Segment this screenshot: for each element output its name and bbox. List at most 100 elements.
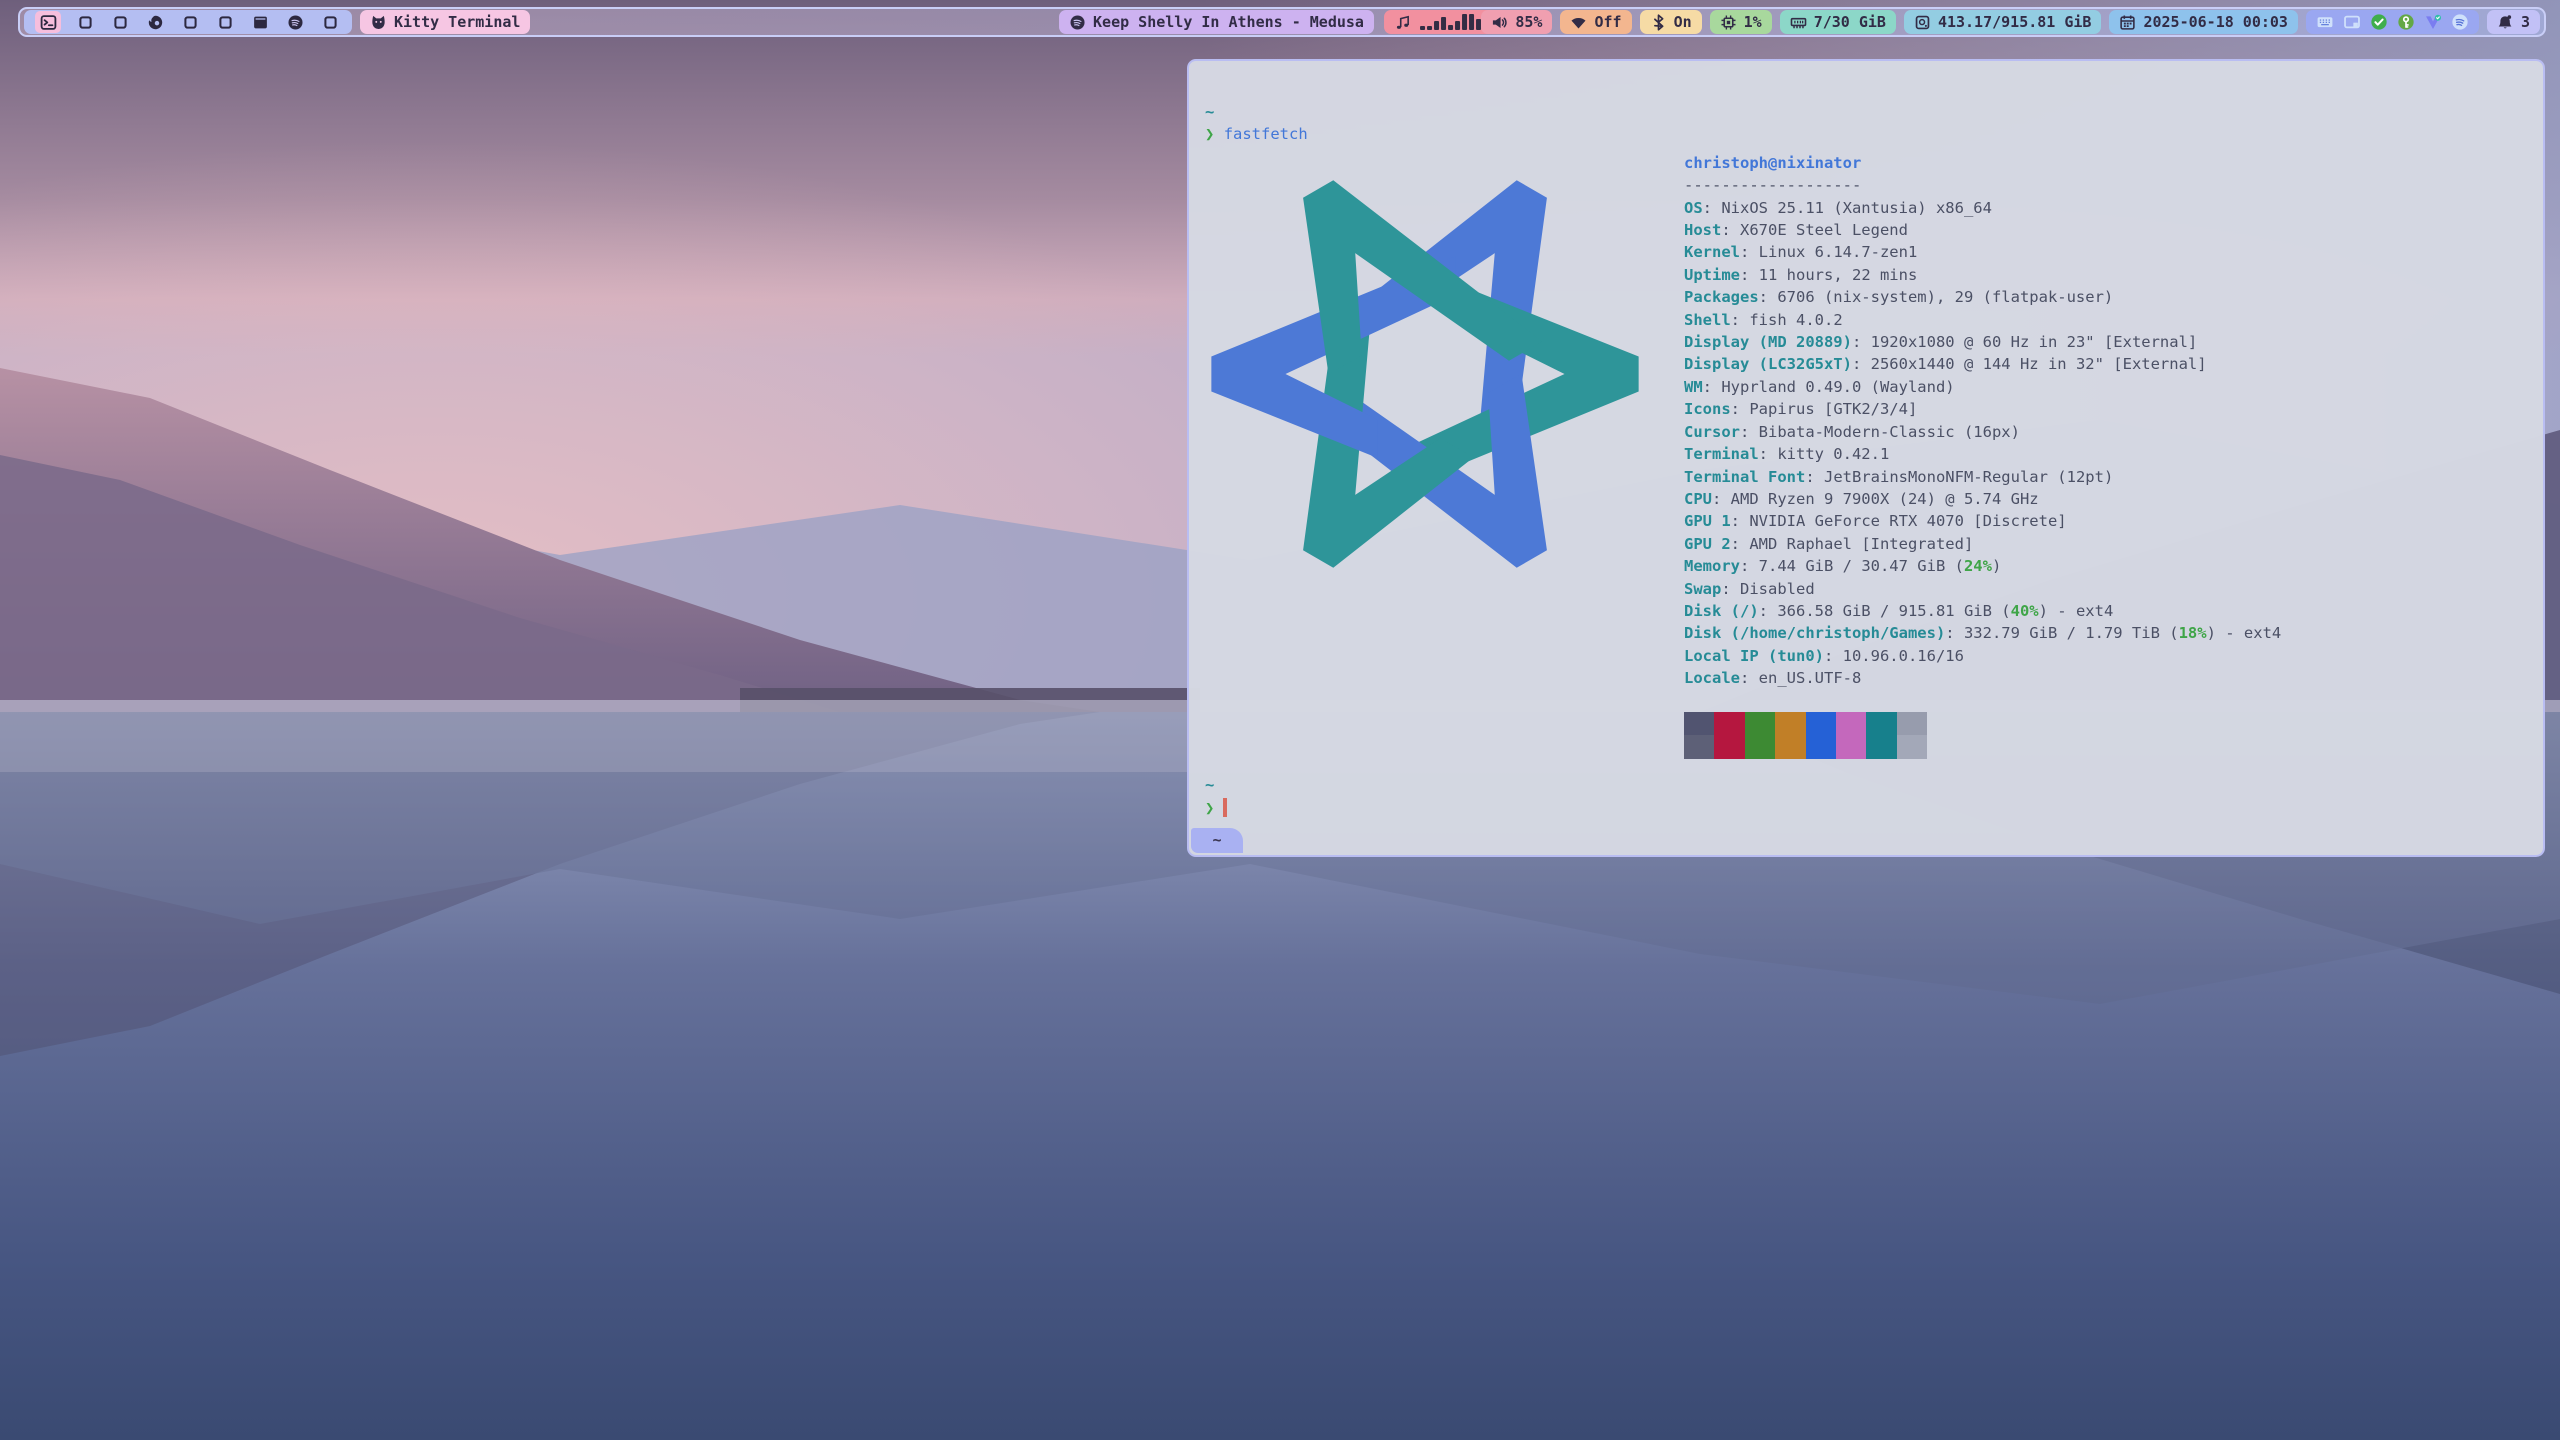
- terminal-output: ~ ❯ fastfetch christoph@nixinator -------…: [1205, 101, 2533, 759]
- fastfetch-line: GPU 2: AMD Raphael [Integrated]: [1684, 533, 2533, 555]
- fastfetch-info: christoph@nixinator-------------------OS…: [1684, 152, 2533, 759]
- palette-swatch: [1684, 735, 1714, 759]
- palette-swatch: [1684, 712, 1714, 736]
- fastfetch-line: GPU 1: NVIDIA GeForce RTX 4070 [Discrete…: [1684, 510, 2533, 532]
- media-player-module[interactable]: Keep Shelly In Athens - Medusa: [1059, 10, 1374, 34]
- fastfetch-line: CPU: AMD Ryzen 9 7900X (24) @ 5.74 GHz: [1684, 488, 2533, 510]
- terminal-tab-bar: ~: [1191, 828, 2541, 853]
- workspace-switcher: [24, 10, 352, 34]
- calendar-icon: [2119, 14, 2136, 31]
- palette-swatch: [1866, 712, 1896, 736]
- workspace-item-2[interactable]: [74, 11, 96, 33]
- fastfetch-separator: -------------------: [1684, 176, 1861, 194]
- notification-module[interactable]: 3: [2487, 10, 2540, 34]
- palette-swatch: [1806, 712, 1836, 736]
- command-text: fastfetch: [1224, 125, 1308, 143]
- status-module-volume[interactable]: 85%: [1481, 10, 1552, 34]
- palette-swatch: [1897, 735, 1927, 759]
- ram-icon: [1790, 14, 1807, 31]
- fastfetch-line: Local IP (tun0): 10.96.0.16/16: [1684, 645, 2533, 667]
- bluetooth-icon: [1650, 14, 1667, 31]
- active-window-title[interactable]: Kitty Terminal: [360, 10, 530, 34]
- prompt-symbol: ❯: [1205, 125, 1214, 143]
- fastfetch-line: Terminal Font: JetBrainsMonoNFM-Regular …: [1684, 466, 2533, 488]
- palette-swatch: [1836, 735, 1866, 759]
- fastfetch-line: Locale: en_US.UTF-8: [1684, 667, 2533, 689]
- palette-swatch: [1775, 712, 1805, 736]
- desktop: Kitty Terminal Keep Shelly In Athens - M…: [0, 0, 2560, 1440]
- status-text-memory: 7/30 GiB: [1814, 13, 1886, 31]
- fastfetch-line: Kernel: Linux 6.14.7-zen1: [1684, 241, 2533, 263]
- palette-swatch: [1714, 712, 1744, 736]
- fastfetch-line: Disk (/home/christoph/Games): 332.79 GiB…: [1684, 622, 2533, 644]
- status-module-memory[interactable]: 7/30 GiB: [1780, 10, 1896, 34]
- palette-swatch: [1714, 735, 1744, 759]
- fastfetch-line: Icons: Papirus [GTK2/3/4]: [1684, 398, 2533, 420]
- text-cursor: [1223, 798, 1227, 817]
- status-module-network[interactable]: Off: [1560, 10, 1631, 34]
- screenshot-icon[interactable]: [2343, 13, 2361, 31]
- terminal-tab[interactable]: ~: [1191, 828, 1243, 853]
- workspace-item-8[interactable]: [284, 11, 306, 33]
- workspace-item-7[interactable]: [249, 11, 271, 33]
- workspace-item-1[interactable]: [35, 11, 61, 33]
- palette-swatch: [1806, 735, 1836, 759]
- system-tray: [2306, 10, 2479, 34]
- fastfetch-line: Host: X670E Steel Legend: [1684, 219, 2533, 241]
- nixos-logo: [1205, 156, 1645, 592]
- keyboard-icon[interactable]: [2316, 13, 2334, 31]
- window-icon: [252, 14, 269, 31]
- fastfetch-line: Disk (/): 366.58 GiB / 915.81 GiB (40%) …: [1684, 600, 2533, 622]
- empty-workspace-icon: [112, 14, 129, 31]
- empty-workspace-icon: [217, 14, 234, 31]
- fastfetch-line: Shell: fish 4.0.2: [1684, 309, 2533, 331]
- palette-swatch: [1836, 712, 1866, 736]
- check-circle-icon[interactable]: [2370, 13, 2388, 31]
- window-title-label: Kitty Terminal: [394, 13, 520, 31]
- fastfetch-line: Swap: Disabled: [1684, 578, 2533, 600]
- status-text-volume: 85%: [1515, 13, 1542, 31]
- status-text-cpu: 1%: [1744, 13, 1762, 31]
- kitty-terminal-window[interactable]: ~ ❯ fastfetch christoph@nixinator -------…: [1187, 59, 2545, 857]
- status-module-cpu[interactable]: 1%: [1710, 10, 1772, 34]
- workspace-item-3[interactable]: [109, 11, 131, 33]
- key-circle-icon[interactable]: [2397, 13, 2415, 31]
- bell-icon: [2497, 14, 2514, 31]
- empty-workspace-icon: [77, 14, 94, 31]
- fastfetch-title: christoph@nixinator: [1684, 154, 1861, 172]
- workspace-item-9[interactable]: [319, 11, 341, 33]
- status-text-network: Off: [1594, 13, 1621, 31]
- spotify-tray-icon[interactable]: [2451, 13, 2469, 31]
- fastfetch-line: Display (LC32G5xT): 2560x1440 @ 144 Hz i…: [1684, 353, 2533, 375]
- prompt-path: ~: [1205, 103, 1214, 121]
- vesktop-icon[interactable]: [2424, 13, 2442, 31]
- status-text-clock: 2025-06-18 00:03: [2143, 13, 2288, 31]
- wifi-icon: [1570, 14, 1587, 31]
- workspace-item-5[interactable]: [179, 11, 201, 33]
- fastfetch-line: Display (MD 20889): 1920x1080 @ 60 Hz in…: [1684, 331, 2533, 353]
- status-module-bluetooth[interactable]: On: [1640, 10, 1702, 34]
- palette-swatch: [1897, 712, 1927, 736]
- spotify-icon: [1069, 14, 1086, 31]
- cat-icon: [370, 14, 387, 31]
- status-module-disk[interactable]: 413.17/915.81 GiB: [1904, 10, 2102, 34]
- top-bar: Kitty Terminal Keep Shelly In Athens - M…: [18, 7, 2546, 37]
- workspace-item-6[interactable]: [214, 11, 236, 33]
- status-module-clock[interactable]: 2025-06-18 00:03: [2109, 10, 2298, 34]
- fastfetch-line: Packages: 6706 (nix-system), 29 (flatpak…: [1684, 286, 2533, 308]
- fastfetch-line: Uptime: 11 hours, 22 mins: [1684, 264, 2533, 286]
- fastfetch-line: Memory: 7.44 GiB / 30.47 GiB (24%): [1684, 555, 2533, 577]
- music-note-icon: [1394, 14, 1411, 31]
- speaker-icon: [1491, 14, 1508, 31]
- workspace-item-4[interactable]: [144, 11, 166, 33]
- status-text-bluetooth: On: [1674, 13, 1692, 31]
- firefox-icon: [147, 14, 164, 31]
- chip-icon: [1720, 14, 1737, 31]
- harddisk-icon: [1914, 14, 1931, 31]
- palette-swatch: [1745, 712, 1775, 736]
- terminal-prompt: ~ ❯: [1205, 774, 1227, 819]
- terminal-icon: [40, 14, 57, 31]
- fastfetch-line: Cursor: Bibata-Modern-Classic (16px): [1684, 421, 2533, 443]
- status-text-disk: 413.17/915.81 GiB: [1938, 13, 2092, 31]
- empty-workspace-icon: [182, 14, 199, 31]
